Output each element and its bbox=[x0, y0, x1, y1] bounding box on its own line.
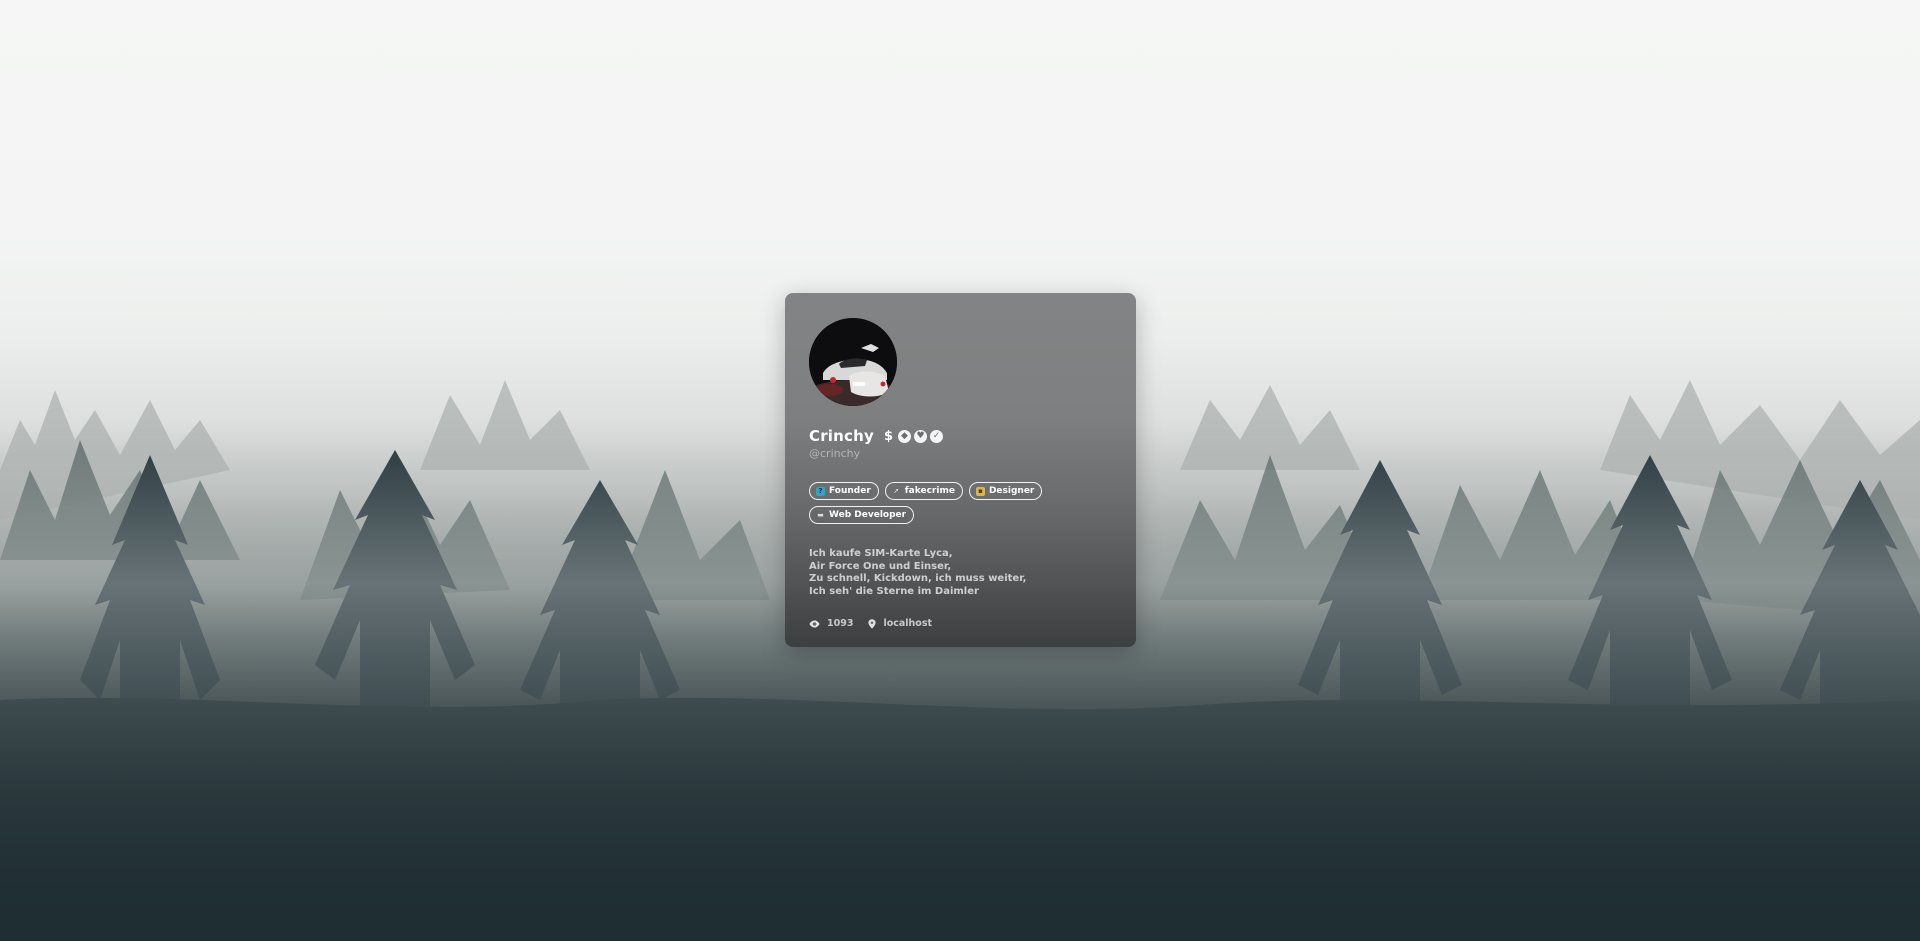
display-name: Crinchy bbox=[809, 427, 874, 445]
bio-line: Ich seh' die Sterne im Daimler bbox=[809, 585, 979, 597]
laptop-emoji-icon: ▬ bbox=[817, 510, 824, 519]
rocket-emoji-icon: ➚ bbox=[893, 486, 900, 495]
heart-icon[interactable]: ♥ bbox=[913, 429, 927, 443]
tag-label: Designer bbox=[988, 486, 1035, 496]
bio-line: Air Force One und Einser, bbox=[809, 560, 952, 572]
tag-list: ? Founder ➚ fakecrime ▪ Designer ▬ Web D… bbox=[809, 482, 1089, 524]
bio: Ich kaufe SIM-Karte Lyca, Air Force One … bbox=[809, 548, 1112, 598]
profile-stats: 1093 localhost bbox=[809, 618, 1112, 629]
views-stat: 1093 bbox=[809, 618, 853, 629]
tag-founder[interactable]: ? Founder bbox=[809, 482, 879, 500]
founder-emoji-icon: ? bbox=[816, 486, 825, 496]
location-stat: localhost bbox=[868, 618, 932, 629]
avatar[interactable] bbox=[809, 318, 897, 406]
map-pin-icon bbox=[868, 618, 877, 629]
tag-designer[interactable]: ▪ Designer bbox=[968, 482, 1043, 500]
name-row: Crinchy $ ◆ ♥ ✓ bbox=[809, 426, 1112, 446]
avatar-car-night-photo bbox=[809, 318, 897, 406]
eye-icon bbox=[809, 620, 820, 627]
tag-fakecrime[interactable]: ➚ fakecrime bbox=[884, 482, 963, 500]
bio-line: Ich kaufe SIM-Karte Lyca, bbox=[809, 548, 953, 559]
profile-card: Crinchy $ ◆ ♥ ✓ @crinchy ? Founder ➚ fak… bbox=[785, 293, 1136, 647]
bio-line: Zu schnell, Kickdown, ich muss weiter, bbox=[809, 573, 1027, 584]
diamond-icon[interactable]: ◆ bbox=[897, 429, 911, 443]
tag-label: fakecrime bbox=[904, 486, 955, 496]
views-count: 1093 bbox=[827, 618, 854, 629]
dollar-icon[interactable]: $ bbox=[882, 430, 895, 443]
tag-label: Web Developer bbox=[829, 510, 907, 520]
tag-label: Founder bbox=[829, 486, 871, 496]
location-label: localhost bbox=[883, 618, 933, 629]
page-background: Crinchy $ ◆ ♥ ✓ @crinchy ? Founder ➚ fak… bbox=[0, 0, 1920, 941]
verified-icon[interactable]: ✓ bbox=[929, 429, 943, 443]
username: @crinchy bbox=[809, 447, 861, 460]
palette-emoji-icon: ▪ bbox=[975, 486, 985, 496]
tag-web-developer[interactable]: ▬ Web Developer bbox=[809, 506, 915, 524]
badge-list: $ ◆ ♥ ✓ bbox=[882, 429, 943, 443]
